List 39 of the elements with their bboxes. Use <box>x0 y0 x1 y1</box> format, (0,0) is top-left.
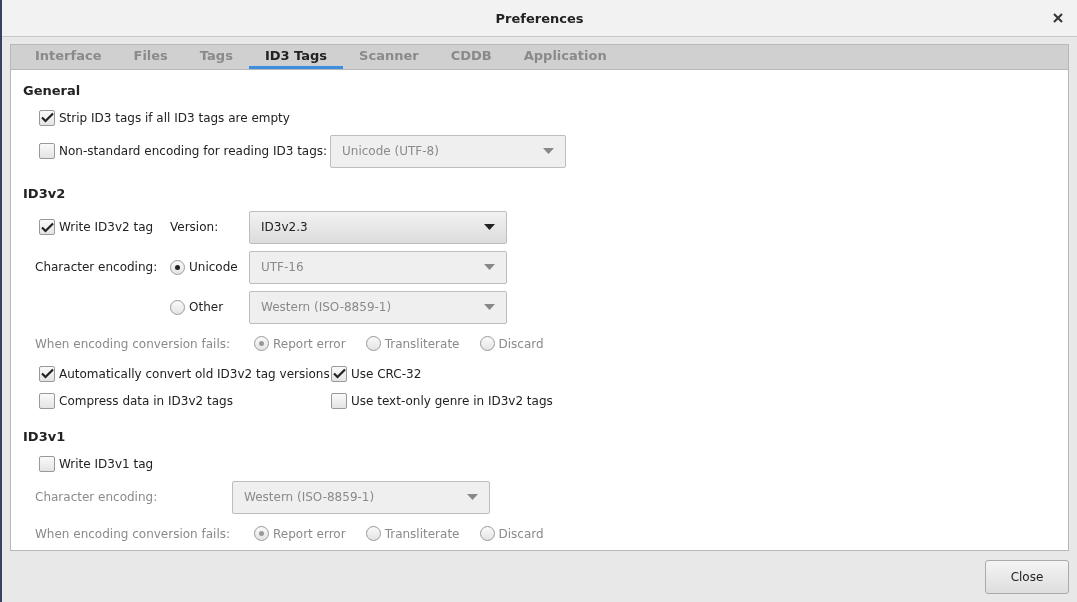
checkbox[interactable]: Use text-only genre in ID3v2 tags <box>331 392 553 409</box>
caret-icon <box>467 494 478 500</box>
close-icon <box>1053 13 1063 23</box>
field-label: Character encoding: <box>35 260 158 274</box>
checkbox[interactable]: Write ID3v1 tag <box>39 455 154 472</box>
tab[interactable]: Files <box>117 45 184 69</box>
caret-icon <box>484 264 495 270</box>
caret-icon <box>484 304 495 310</box>
tab[interactable]: CDDB <box>434 45 508 69</box>
checkmark-icon <box>40 221 54 233</box>
radio-button[interactable]: Other <box>170 299 224 315</box>
section-heading: ID3v1 <box>23 428 67 446</box>
tab[interactable]: Interface <box>19 45 118 69</box>
checkbox[interactable]: Compress data in ID3v2 tags <box>39 392 233 409</box>
checkbox[interactable]: Strip ID3 tags if all ID3 tags are empty <box>39 109 290 126</box>
checkmark-icon <box>332 368 346 379</box>
checkbox[interactable]: Automatically convert old ID3v2 tag versions <box>39 365 330 382</box>
checkbox[interactable]: Write ID3v2 tag <box>39 219 154 235</box>
tab[interactable]: Tags <box>183 45 249 69</box>
window-title: Preferences <box>495 10 584 26</box>
close-button[interactable] <box>1051 11 1065 25</box>
tab[interactable]: Scanner <box>343 45 435 69</box>
section-heading: General <box>23 82 82 100</box>
radio-button[interactable]: Unicode <box>170 259 238 275</box>
dropdown[interactable]: ID3v2.3 <box>249 210 507 244</box>
field-label: When encoding conversion fails: <box>35 526 231 541</box>
tab[interactable]: Application <box>507 45 623 69</box>
field-label: Version: <box>170 220 219 234</box>
section-heading: ID3v2 <box>23 185 67 203</box>
caret-icon <box>484 224 495 230</box>
caret-icon <box>543 148 554 154</box>
checkbox[interactable]: Use CRC-32 <box>331 365 422 382</box>
field-label: Character encoding: <box>35 490 158 504</box>
checkbox[interactable]: Non-standard encoding for reading ID3 tags: <box>39 143 328 159</box>
field-label: When encoding conversion fails: <box>35 336 231 351</box>
close-button[interactable]: Close <box>985 559 1069 594</box>
checkmark-icon <box>40 112 54 123</box>
tab[interactable]: ID3 Tags <box>248 45 344 69</box>
checkmark-icon <box>40 368 54 379</box>
